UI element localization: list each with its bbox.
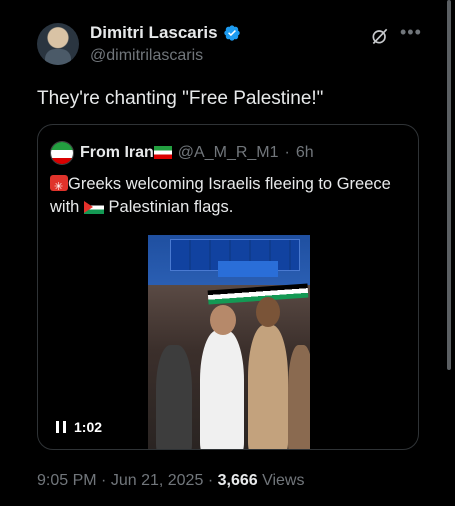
verified-badge-icon bbox=[223, 25, 240, 41]
siren-icon bbox=[50, 175, 68, 199]
tweet-time[interactable]: 9:05 PM bbox=[37, 472, 97, 489]
meta-separator: · bbox=[207, 472, 214, 489]
quote-text-part2: Palestinian flags. bbox=[108, 198, 234, 216]
video-person-head bbox=[256, 297, 280, 327]
grok-icon[interactable] bbox=[370, 26, 390, 46]
scrollbar[interactable] bbox=[447, 0, 451, 370]
video-sign bbox=[218, 261, 278, 277]
quote-author-handle[interactable]: @A_M_R_M1 bbox=[178, 144, 279, 162]
video-duration: 1:02 bbox=[74, 419, 103, 435]
video-controls: 1:02 bbox=[56, 419, 102, 435]
tweet-metadata: 9:05 PM · Jun 21, 2025 · 3,666 Views bbox=[37, 472, 304, 490]
video-person bbox=[156, 345, 192, 449]
more-icon[interactable]: ••• bbox=[400, 22, 422, 43]
author-name-row: Dimitri Lascaris bbox=[90, 23, 241, 43]
iran-flag-icon bbox=[51, 142, 73, 164]
author-name[interactable]: Dimitri Lascaris bbox=[90, 23, 218, 43]
quote-author-name-text: From Iran bbox=[80, 144, 154, 161]
video-person-head bbox=[210, 305, 236, 335]
palestine-flag-icon bbox=[83, 201, 104, 215]
video-person bbox=[288, 345, 310, 449]
quote-header: From Iran @A_M_R_M1 · 6h bbox=[50, 141, 314, 165]
author-handle[interactable]: @dimitrilascaris bbox=[90, 47, 203, 65]
quoted-tweet[interactable]: From Iran @A_M_R_M1 · 6h Greeks welcomin… bbox=[37, 124, 419, 450]
meta-separator: · bbox=[101, 472, 107, 489]
quote-author-name[interactable]: From Iran bbox=[80, 144, 172, 162]
quote-text: Greeks welcoming Israelis fleeing to Gre… bbox=[50, 173, 405, 219]
views-label: Views bbox=[262, 472, 305, 489]
quote-avatar[interactable] bbox=[50, 141, 74, 165]
video-person bbox=[248, 325, 288, 449]
video-player[interactable] bbox=[148, 235, 310, 449]
quote-time[interactable]: 6h bbox=[296, 144, 314, 162]
author-avatar[interactable] bbox=[37, 23, 79, 65]
views-count: 3,666 bbox=[217, 472, 258, 489]
tweet-date[interactable]: Jun 21, 2025 bbox=[111, 472, 204, 489]
quote-separator: · bbox=[284, 144, 290, 161]
tweet-text: They're chanting "Free Palestine!" bbox=[37, 88, 324, 109]
iran-flag-emoji-icon bbox=[153, 146, 172, 160]
video-person bbox=[200, 330, 244, 449]
pause-icon[interactable] bbox=[56, 421, 66, 433]
